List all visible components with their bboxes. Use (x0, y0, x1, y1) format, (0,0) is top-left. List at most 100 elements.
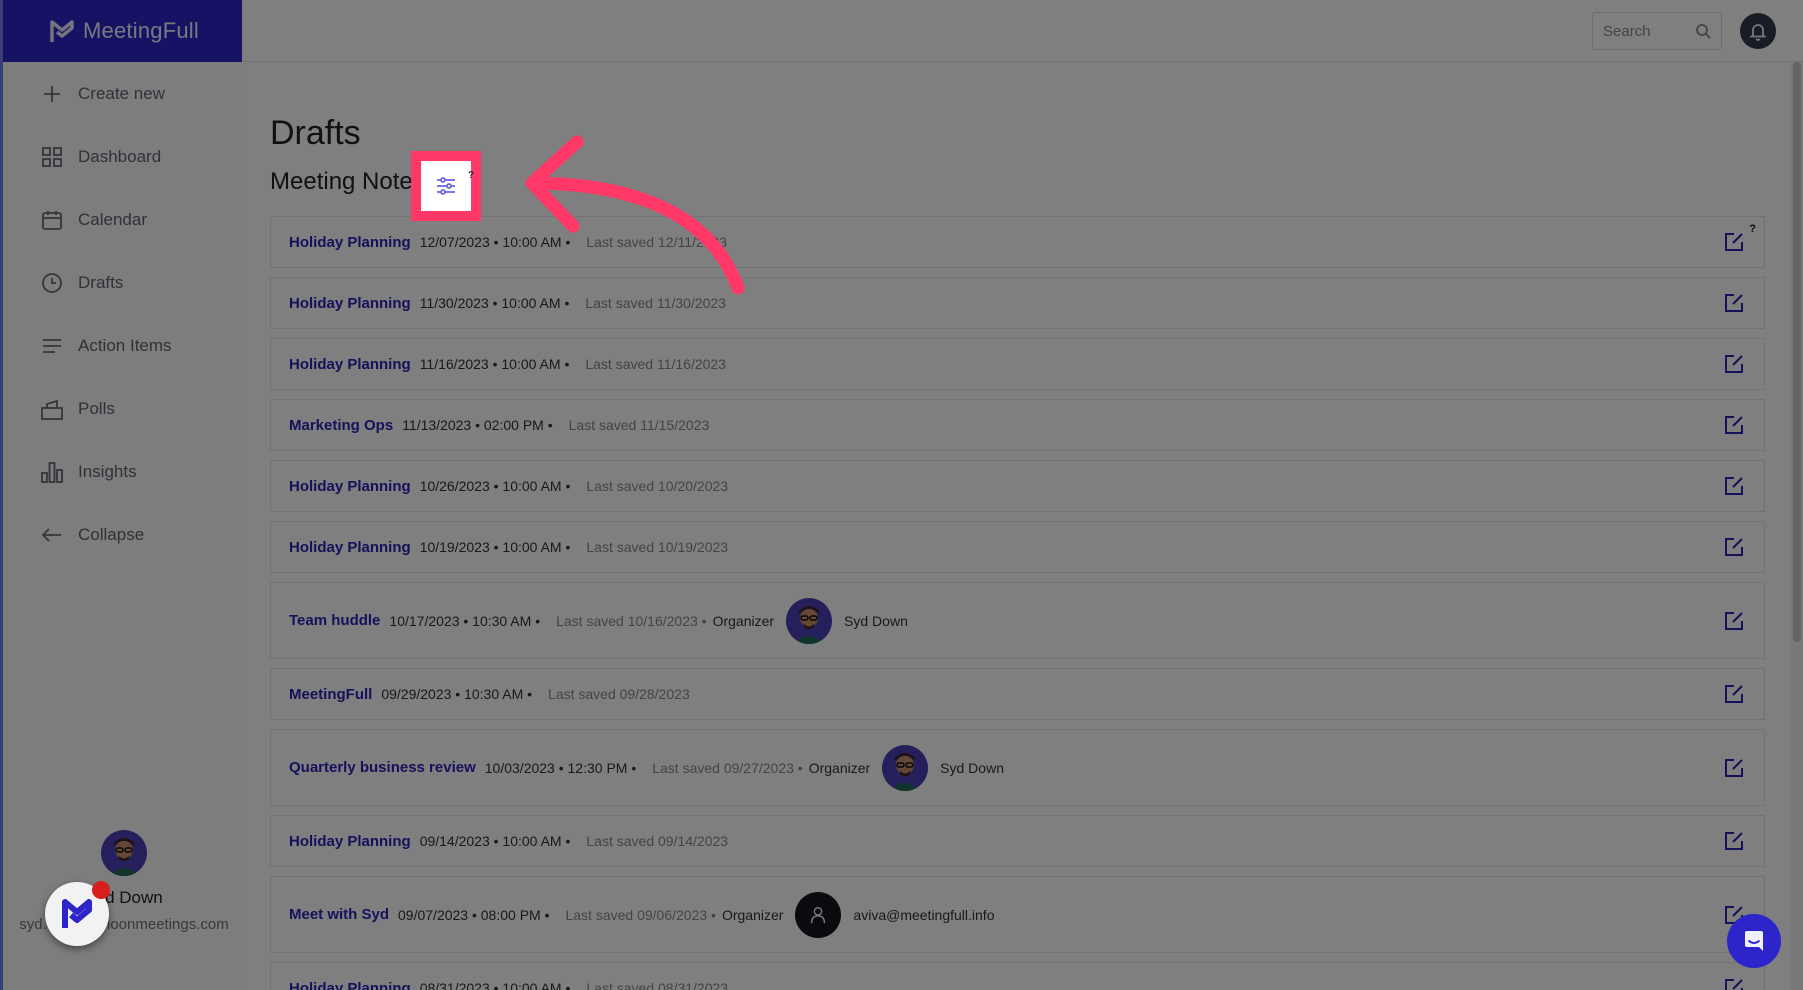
person-icon (811, 906, 826, 923)
draft-title-link[interactable]: Meet with Syd (289, 906, 389, 923)
sidebar-item-label: Calendar (78, 209, 147, 229)
sidebar-item-dashboard[interactable]: Dashboard (3, 125, 245, 188)
draft-row[interactable]: MeetingFull 09/29/2023 • 10:30 AM • Last… (270, 668, 1765, 720)
organizer-name: aviva@meetingfull.info (853, 906, 995, 923)
sidebar-item-label: Collapse (78, 524, 145, 544)
draft-row[interactable]: Quarterly business review 10/03/2023 • 1… (270, 729, 1765, 806)
user-avatar[interactable] (101, 830, 147, 876)
organizer-label: Organizer (808, 759, 871, 776)
draft-title-link[interactable]: Holiday Planning (289, 234, 411, 251)
chat-icon (1745, 931, 1763, 951)
draft-title-link[interactable]: Holiday Planning (289, 539, 411, 556)
edit-draft-button[interactable] (1722, 829, 1746, 853)
avatar-illustration-icon (890, 752, 921, 791)
edit-draft-button[interactable] (1722, 230, 1746, 254)
draft-row[interactable]: Holiday Planning 12/07/2023 • 10:00 AM •… (270, 216, 1765, 268)
draft-title-link[interactable]: Holiday Planning (289, 478, 411, 495)
edit-draft-button[interactable] (1722, 413, 1746, 437)
avatar-illustration-icon (109, 838, 139, 876)
sidebar-item-action-items[interactable]: Action Items (3, 314, 245, 377)
sidebar-item-create-new[interactable]: Create new (3, 62, 245, 125)
edit-icon (1725, 233, 1743, 251)
draft-row[interactable]: Meet with Syd 09/07/2023 • 08:00 PM • La… (270, 876, 1765, 953)
search-placeholder: Search (1603, 22, 1651, 40)
sidebar-item-label: Create new (78, 83, 165, 103)
sidebar-item-collapse[interactable]: Collapse (3, 503, 245, 566)
meetingfull-logo-icon (62, 899, 92, 928)
draft-datetime: 08/31/2023 • 10:00 AM • (419, 980, 571, 990)
drafts-list: Holiday Planning 12/07/2023 • 10:00 AM •… (270, 216, 1765, 990)
draft-last-saved: Last saved 09/28/2023 (548, 686, 690, 702)
draft-last-saved: Last saved 09/27/2023 • (652, 759, 803, 776)
edit-draft-button[interactable] (1722, 352, 1746, 376)
draft-title-link[interactable]: MeetingFull (289, 686, 372, 703)
draft-last-saved: Last saved 10/16/2023 • (556, 612, 707, 629)
draft-row[interactable]: Holiday Planning 08/31/2023 • 10:00 AM •… (270, 962, 1765, 990)
draft-datetime: 10/26/2023 • 10:00 AM • (419, 478, 571, 494)
sidebar-item-calendar[interactable]: Calendar (3, 188, 245, 251)
notification-badge (92, 881, 110, 899)
user-name: Syd Down (85, 888, 163, 907)
ballot-box-icon (41, 399, 63, 420)
sidebar-item-label: Drafts (78, 272, 124, 292)
draft-title-link[interactable]: Holiday Planning (289, 833, 411, 850)
draft-row[interactable]: Marketing Ops 11/13/2023 • 02:00 PM • La… (270, 399, 1765, 451)
edit-draft-button[interactable] (1722, 535, 1746, 559)
list-icon (43, 338, 61, 353)
draft-datetime: 09/14/2023 • 10:00 AM • (419, 833, 571, 849)
sidebar-item-insights[interactable]: Insights (3, 440, 245, 503)
draft-title-link[interactable]: Holiday Planning (289, 295, 411, 312)
edit-draft-button[interactable] (1722, 976, 1746, 990)
search-input[interactable]: Search (1592, 12, 1722, 50)
sidebar-item-label: Polls (78, 398, 115, 418)
draft-row[interactable]: Holiday Planning 10/26/2023 • 10:00 AM •… (270, 460, 1765, 512)
draft-title-link[interactable]: Holiday Planning (289, 356, 411, 373)
organizer-label: Organizer (712, 612, 775, 629)
draft-row[interactable]: Holiday Planning 09/14/2023 • 10:00 AM •… (270, 815, 1765, 867)
draft-row[interactable]: Holiday Planning 11/30/2023 • 10:00 AM •… (270, 277, 1765, 329)
arrow-left-icon (41, 527, 61, 542)
edit-icon (1725, 979, 1743, 990)
scrollbar[interactable] (1791, 62, 1803, 990)
edit-draft-button[interactable] (1722, 756, 1746, 780)
edit-draft-button[interactable] (1722, 609, 1746, 633)
organizer-label: Organizer (721, 906, 784, 923)
plus-icon (44, 85, 60, 102)
draft-row[interactable]: Holiday Planning 11/16/2023 • 10:00 AM •… (270, 338, 1765, 390)
edit-draft-button[interactable] (1722, 291, 1746, 315)
draft-row[interactable]: Team huddle 10/17/2023 • 10:30 AM • Last… (270, 582, 1765, 659)
edit-icon (1725, 294, 1743, 312)
draft-datetime: 10/19/2023 • 10:00 AM • (419, 539, 571, 555)
notifications-button[interactable] (1740, 13, 1776, 49)
filter-button[interactable] (411, 151, 481, 221)
sidebar-item-polls[interactable]: Polls (3, 377, 245, 440)
edit-draft-button[interactable] (1722, 474, 1746, 498)
chat-button[interactable] (1727, 914, 1781, 968)
draft-title-link[interactable]: Marketing Ops (289, 417, 393, 434)
organizer-avatar (786, 597, 833, 644)
organizer-name: Syd Down (940, 759, 1004, 776)
sidebar-item-label: Action Items (78, 335, 172, 355)
draft-title-link[interactable]: Team huddle (289, 612, 380, 629)
page-title: Drafts (270, 114, 361, 152)
organizer-avatar (795, 891, 842, 938)
sidebar-nav: Create new Dashboard Calendar Drafts Act… (3, 62, 245, 566)
edit-icon (1725, 538, 1743, 556)
draft-row[interactable]: Holiday Planning 10/19/2023 • 10:00 AM •… (270, 521, 1765, 573)
draft-last-saved: Last saved 11/30/2023 (585, 295, 726, 311)
draft-last-saved: Last saved 10/20/2023 (586, 478, 729, 494)
sidebar-item-drafts[interactable]: Drafts (3, 251, 245, 314)
top-bar (242, 0, 1803, 62)
sidebar-item-label: Insights (78, 461, 137, 481)
user-profile[interactable]: Syd Down syd.down@moonmeetings.com (3, 830, 245, 933)
draft-title-link[interactable]: Holiday Planning (289, 980, 411, 990)
meetingfull-logo-icon (50, 20, 74, 42)
brand-header[interactable]: MeetingFull (3, 0, 245, 62)
edit-icon (1725, 355, 1743, 373)
draft-title-link[interactable]: Quarterly business review (289, 759, 476, 776)
edit-draft-button[interactable] (1722, 682, 1746, 706)
user-email: syd.down@moonmeetings.com (19, 916, 229, 933)
scrollbar-thumb[interactable] (1793, 62, 1801, 642)
draft-datetime: 12/07/2023 • 10:00 AM • (419, 234, 571, 250)
search-icon (1696, 24, 1711, 39)
